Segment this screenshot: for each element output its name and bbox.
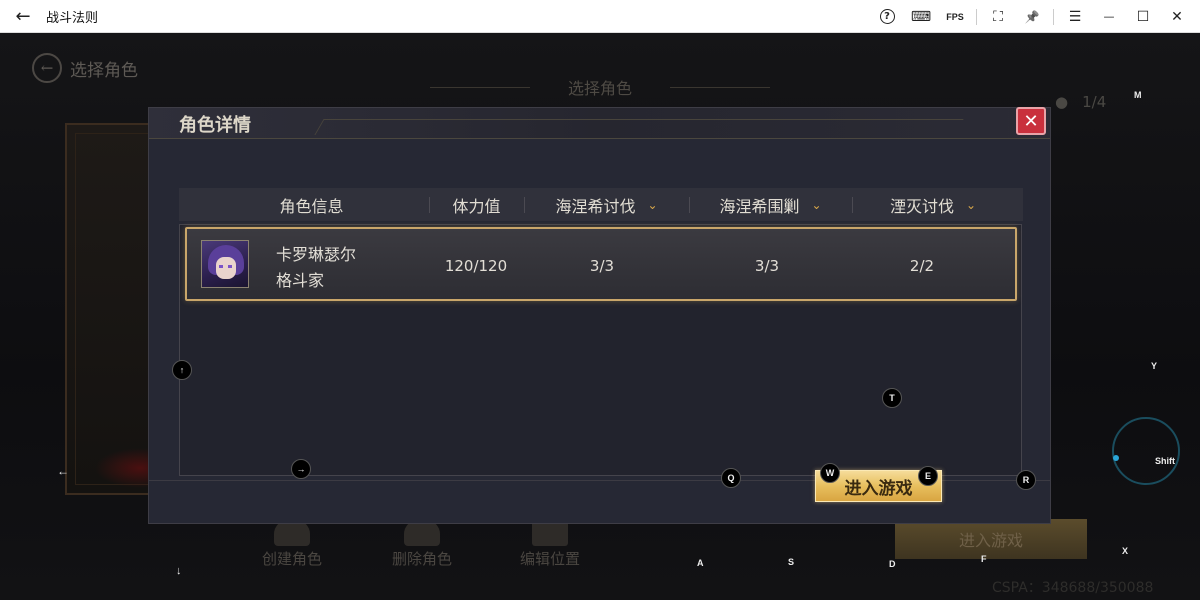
key-hint-r: R — [1016, 470, 1036, 490]
key-hint-left: ← — [57, 464, 69, 478]
arrow-left-icon: ← — [15, 5, 31, 27]
table-row[interactable]: 卡罗琳瑟尔 格斗家 120/120 3/3 3/3 2/2 — [185, 227, 1017, 301]
user-icon: ● — [1055, 93, 1069, 111]
pin-icon: 📌 — [1024, 9, 1040, 24]
bg-enter-game-button[interactable]: 进入游戏 — [895, 519, 1087, 559]
minimize-button[interactable]: — — [1092, 0, 1126, 33]
fullscreen-button[interactable]: ⛶ — [981, 0, 1015, 33]
close-window-button[interactable]: ✕ — [1160, 0, 1194, 33]
toolbar-divider — [1053, 8, 1054, 25]
bg-action-label: 创建角色 — [262, 550, 323, 568]
character-name: 卡罗琳瑟尔 — [276, 245, 357, 264]
bg-delete-character-button[interactable]: 删除角色 — [392, 520, 452, 569]
window-toolbar: ? ⌨ FPS ⛶ 📌 ☰ — ☐ ✕ — [870, 0, 1194, 33]
key-hint-up: ↑ — [172, 360, 192, 380]
avatar — [201, 240, 249, 288]
key-hint-d: D — [889, 559, 896, 569]
toolbar-divider — [976, 8, 977, 25]
bg-back-button[interactable]: ← 选择角色 — [32, 53, 138, 83]
joystick-dot — [1113, 455, 1119, 461]
column-header-character-info: 角色信息 — [224, 188, 399, 221]
avatar-eye — [219, 265, 223, 268]
back-button[interactable]: ← — [0, 0, 46, 33]
pin-button[interactable]: 📌 — [1015, 0, 1049, 33]
keyboard-icon: ⌨ — [910, 8, 932, 25]
key-hint-a: A — [697, 558, 704, 568]
hunt-value: 3/3 — [589, 257, 615, 275]
column-label: 湮灭讨伐 — [889, 196, 954, 216]
key-hint-right: → — [291, 459, 311, 479]
avatar-face — [216, 257, 236, 279]
maximize-button[interactable]: ☐ — [1126, 0, 1160, 33]
key-hint-e: E — [918, 466, 938, 486]
minimize-icon: — — [1103, 10, 1115, 23]
column-label: 角色信息 — [279, 196, 344, 216]
keyboard-button[interactable]: ⌨ — [904, 0, 938, 33]
dialog-close-button[interactable]: ✕ — [1016, 107, 1046, 135]
key-hint-shift: Shift — [1155, 456, 1175, 466]
bg-cspa-readout: CSPA：348688/350088 — [992, 580, 1154, 596]
character-details-dialog: 角色详情 ✕ 角色信息 体力值 海涅希讨伐 ⌄ 海涅希围剿 ⌄ 湮灭讨伐 ⌄ 卡… — [148, 107, 1051, 524]
bg-slot-count: ● 1/4 — [1055, 93, 1106, 111]
bg-back-label: 选择角色 — [70, 60, 138, 81]
column-label: 体力值 — [452, 196, 501, 216]
menu-button[interactable]: ☰ — [1058, 0, 1092, 33]
key-hint-t: T — [882, 388, 902, 408]
dialog-title: 角色详情 — [179, 115, 251, 136]
fullscreen-icon: ⛶ — [993, 8, 1003, 25]
key-hint-x: X — [1122, 546, 1129, 556]
dialog-header: 角色详情 — [149, 108, 1050, 139]
window-title: 战斗法则 — [46, 10, 99, 26]
column-header-siege[interactable]: 海涅希围剿 ⌄ — [689, 188, 852, 221]
key-hint-w: W — [820, 463, 840, 483]
bg-edit-position-button[interactable]: 编辑位置 — [520, 520, 580, 569]
key-hint-s: S — [788, 557, 795, 567]
window-titlebar: ← 战斗法则 ? ⌨ FPS ⛶ 📌 ☰ — ☐ ✕ — [0, 0, 1200, 33]
bg-create-character-button[interactable]: 创建角色 — [262, 520, 322, 569]
close-icon: ✕ — [1171, 8, 1183, 25]
character-table: 卡罗琳瑟尔 格斗家 120/120 3/3 3/3 2/2 — [179, 224, 1022, 476]
key-hint-m: M — [1134, 90, 1142, 100]
close-icon: ✕ — [1023, 110, 1039, 132]
bg-slot-count-value: 1/4 — [1082, 93, 1107, 111]
maximize-icon: ☐ — [1136, 8, 1150, 25]
avatar-eye — [228, 265, 232, 268]
menu-icon: ☰ — [1068, 8, 1082, 25]
chevron-down-icon: ⌄ — [965, 197, 977, 212]
game-viewport[interactable]: ← 选择角色 选择角色 ● 1/4 54 创建角色 删除角色 编辑位置 进入游戏… — [0, 33, 1200, 600]
column-header-stamina: 体力值 — [429, 188, 524, 221]
annihilation-value: 2/2 — [909, 257, 935, 275]
character-class: 格斗家 — [276, 271, 325, 290]
key-hint-f: F — [981, 554, 987, 564]
bg-header-title: 选择角色 — [430, 75, 770, 99]
arrow-left-icon: ← — [32, 53, 62, 83]
header-decoration — [314, 119, 964, 135]
chevron-down-icon: ⌄ — [811, 197, 822, 212]
joystick-ring[interactable] — [1112, 417, 1180, 485]
help-button[interactable]: ? — [870, 0, 904, 33]
key-hint-q: Q — [721, 468, 741, 488]
key-hint-y: Y — [1151, 361, 1158, 371]
column-header-annihilation[interactable]: 湮灭讨伐 ⌄ — [852, 188, 1014, 221]
bg-action-label: 编辑位置 — [520, 550, 581, 568]
key-hint-down: ↓ — [176, 565, 182, 577]
column-label: 海涅希围剿 — [719, 196, 800, 216]
help-icon: ? — [879, 9, 895, 24]
table-header: 角色信息 体力值 海涅希讨伐 ⌄ 海涅希围剿 ⌄ 湮灭讨伐 ⌄ — [179, 188, 1023, 221]
chevron-down-icon: ⌄ — [647, 197, 658, 212]
column-header-hunt[interactable]: 海涅希讨伐 ⌄ — [524, 188, 689, 221]
stamina-value: 120/120 — [444, 257, 508, 275]
siege-value: 3/3 — [754, 257, 780, 275]
bg-action-label: 删除角色 — [392, 550, 453, 568]
fps-button[interactable]: FPS — [938, 0, 972, 33]
column-label: 海涅希讨伐 — [555, 196, 636, 216]
